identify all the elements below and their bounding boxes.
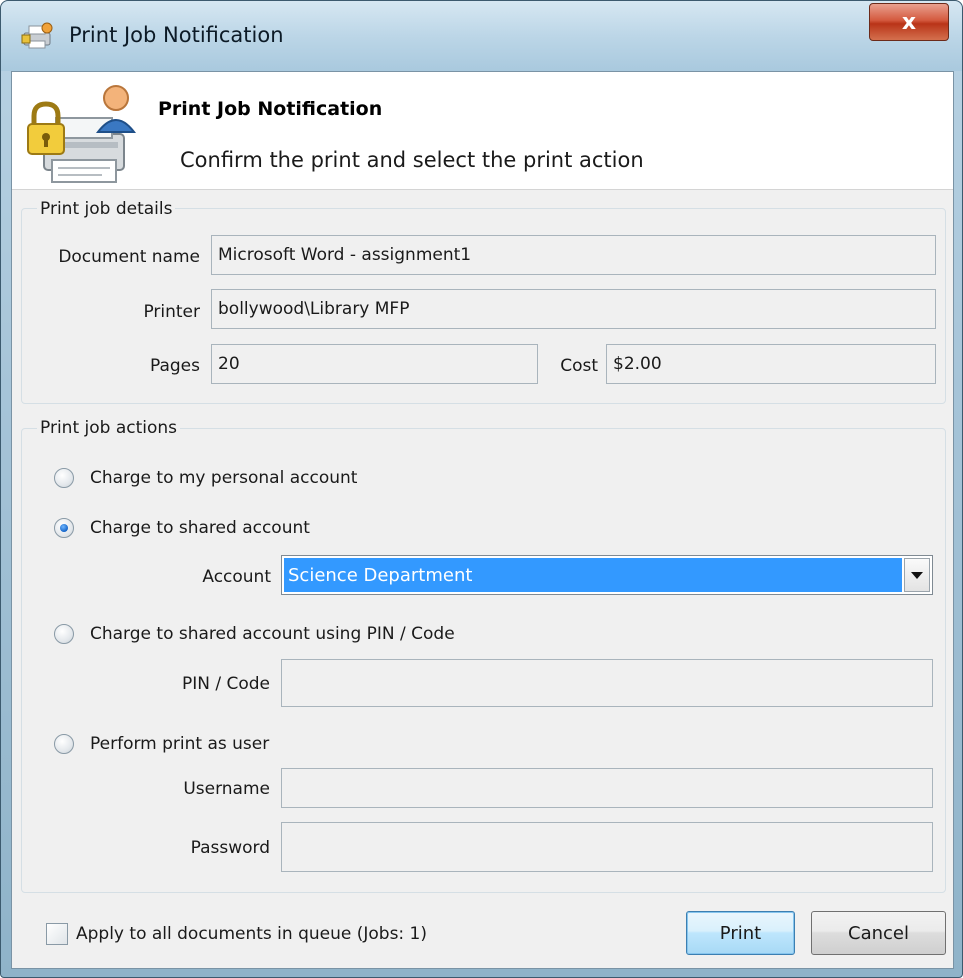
apply-all-label: Apply to all documents in queue (Jobs: 1…: [76, 924, 428, 944]
document-name-label: Document name: [58, 247, 200, 267]
printer-lock-icon: [21, 22, 53, 49]
radio-label: Charge to shared account using PIN / Cod…: [90, 624, 455, 644]
pin-code-input[interactable]: [281, 659, 933, 707]
apply-all-checkbox-row[interactable]: Apply to all documents in queue (Jobs: 1…: [46, 923, 427, 945]
printer-field: bollywood\Library MFP: [211, 289, 936, 329]
chevron-down-icon: [911, 571, 923, 579]
radio-label: Charge to my personal account: [90, 468, 358, 488]
radio-shared-account[interactable]: Charge to shared account: [54, 518, 310, 538]
cost-label: Cost: [560, 356, 598, 376]
window-title: Print Job Notification: [69, 23, 284, 47]
username-input[interactable]: [281, 768, 933, 808]
dialog-window: Print Job Notification x Print Job Notif…: [0, 0, 963, 978]
radio-shared-account-pin[interactable]: Charge to shared account using PIN / Cod…: [54, 624, 455, 644]
pages-field: 20: [211, 344, 538, 384]
header-banner: Print Job Notification Confirm the print…: [12, 72, 953, 190]
radio-button[interactable]: [54, 734, 74, 754]
printer-user-lock-icon: [27, 85, 137, 183]
print-job-details-label: Print job details: [37, 199, 176, 219]
cost-field: $2.00: [606, 344, 936, 384]
radio-personal-account[interactable]: Charge to my personal account: [54, 468, 357, 488]
close-button[interactable]: x: [869, 3, 949, 41]
printer-label: Printer: [143, 302, 200, 322]
cancel-button[interactable]: Cancel: [811, 911, 946, 955]
dropdown-button[interactable]: [904, 558, 930, 592]
print-job-actions-label: Print job actions: [37, 418, 181, 438]
radio-button[interactable]: [54, 468, 74, 488]
account-label: Account: [202, 567, 271, 587]
radio-button-selected[interactable]: [54, 518, 74, 538]
account-dropdown[interactable]: Science Department: [281, 555, 933, 595]
document-name-field: Microsoft Word - assignment1: [211, 235, 936, 275]
title-bar[interactable]: Print Job Notification x: [1, 1, 962, 71]
radio-label: Perform print as user: [90, 734, 270, 754]
apply-all-checkbox[interactable]: [46, 923, 68, 945]
print-button[interactable]: Print: [686, 911, 795, 955]
banner-title: Print Job Notification: [158, 98, 383, 120]
password-label: Password: [190, 838, 270, 858]
username-label: Username: [183, 779, 270, 799]
radio-button[interactable]: [54, 624, 74, 644]
pages-label: Pages: [149, 356, 200, 376]
radio-label: Charge to shared account: [90, 518, 310, 538]
dialog-body: Print Job Notification Confirm the print…: [11, 71, 954, 969]
close-icon: x: [901, 9, 917, 35]
account-selected-value: Science Department: [284, 558, 902, 592]
banner-subtitle: Confirm the print and select the print a…: [180, 148, 644, 172]
radio-print-as-user[interactable]: Perform print as user: [54, 734, 269, 754]
pin-code-label: PIN / Code: [181, 674, 270, 694]
password-input[interactable]: [281, 822, 933, 872]
